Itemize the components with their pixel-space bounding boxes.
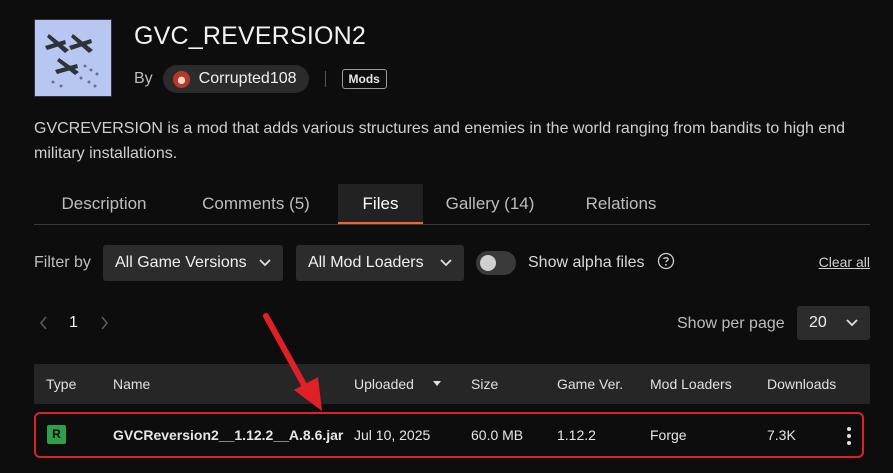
header-type: Type	[46, 376, 77, 392]
author-link[interactable]: Corrupted108	[162, 65, 309, 93]
project-thumbnail-image	[35, 20, 111, 96]
chevron-down-icon	[259, 259, 271, 267]
tab-gallery[interactable]: Gallery (14)	[435, 184, 545, 224]
pagination: 1 Show per page 20	[34, 306, 870, 340]
chevron-down-icon	[440, 259, 452, 267]
tab-relations[interactable]: Relations	[569, 184, 673, 224]
project-tabs: Description Comments (5) Files Gallery (…	[34, 184, 870, 225]
author-row: By Corrupted108 Mods	[134, 65, 387, 93]
divider	[324, 71, 326, 87]
files-table-header: Type Name Uploaded Size Game Ver. Mod Lo…	[34, 364, 870, 404]
table-row[interactable]: R GVCReversion2__1.12.2__A.8.6.jar Jul 1…	[34, 412, 864, 458]
kebab-menu-icon[interactable]	[846, 426, 852, 446]
tab-description[interactable]: Description	[34, 184, 174, 224]
toggle-knob	[480, 255, 496, 271]
header-game-ver: Game Ver.	[557, 376, 624, 392]
file-mod-loader: Forge	[650, 427, 687, 443]
per-page-value: 20	[809, 314, 827, 331]
clear-all-link[interactable]: Clear all	[819, 254, 870, 270]
alpha-files-label: Show alpha files	[528, 254, 645, 271]
help-circle-icon[interactable]	[657, 252, 675, 270]
project-thumbnail	[34, 19, 112, 97]
sort-desc-icon[interactable]	[433, 381, 441, 386]
header-mod-loaders: Mod Loaders	[650, 376, 732, 392]
chevron-right-icon[interactable]	[100, 315, 110, 331]
current-page[interactable]: 1	[69, 314, 78, 332]
by-label: By	[134, 70, 153, 87]
tab-comments[interactable]: Comments (5)	[186, 184, 326, 224]
project-title: GVC_REVERSION2	[134, 22, 367, 50]
per-page-dropdown[interactable]: 20	[797, 306, 870, 340]
file-game-ver: 1.12.2	[557, 427, 596, 443]
mod-loaders-dropdown[interactable]: All Mod Loaders	[296, 245, 464, 281]
filter-label: Filter by	[34, 254, 91, 271]
header-downloads: Downloads	[767, 376, 837, 392]
mod-loaders-value: All Mod Loaders	[308, 254, 424, 271]
chevron-left-icon[interactable]	[38, 315, 48, 331]
alpha-files-toggle[interactable]	[476, 251, 516, 275]
filter-bar: Filter by All Game Versions All Mod Load…	[34, 245, 870, 281]
game-versions-value: All Game Versions	[115, 254, 247, 271]
category-tag[interactable]: Mods	[341, 69, 387, 89]
project-description: GVCREVERSION is a mod that adds various …	[34, 120, 846, 162]
header-size: Size	[471, 376, 499, 392]
tab-files[interactable]: Files	[338, 184, 423, 224]
file-downloads: 7.3K	[767, 427, 796, 443]
release-type-badge: R	[47, 425, 66, 444]
header-name: Name	[113, 376, 151, 392]
file-uploaded: Jul 10, 2025	[354, 427, 431, 443]
header-uploaded[interactable]: Uploaded	[354, 376, 414, 392]
file-size: 60.0 MB	[471, 427, 524, 443]
author-avatar	[172, 70, 190, 88]
chevron-down-icon	[846, 319, 858, 327]
file-name[interactable]: GVCReversion2__1.12.2__A.8.6.jar	[113, 427, 343, 443]
game-versions-dropdown[interactable]: All Game Versions	[103, 245, 283, 281]
author-name: Corrupted108	[198, 70, 297, 87]
per-page-label: Show per page	[677, 315, 785, 332]
